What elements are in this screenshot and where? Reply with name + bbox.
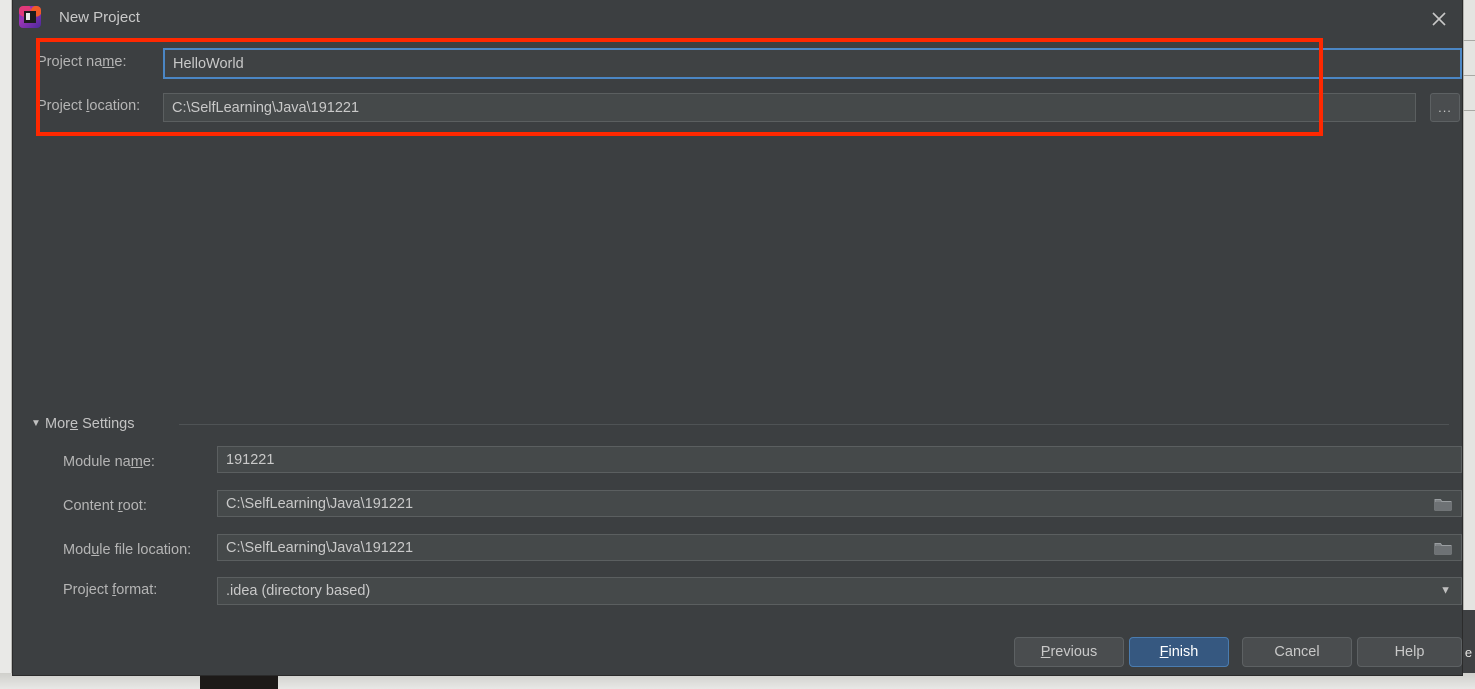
project-name-value: HelloWorld [173,55,244,72]
module-file-location-input[interactable]: C:\SelfLearning\Java\191221 [217,534,1462,561]
more-settings-label: More Settings [45,416,135,432]
help-button[interactable]: Help [1357,637,1462,667]
project-location-value: C:\SelfLearning\Java\191221 [172,99,360,116]
dialog-title: New Project [59,9,140,26]
more-settings-toggle[interactable]: ▼ More Settings [31,412,134,436]
folder-icon[interactable] [1430,491,1456,516]
module-name-input[interactable]: 191221 [217,446,1462,473]
project-format-dropdown[interactable]: .idea (directory based) ▼ [217,577,1462,605]
background-right-glyph: e [1464,645,1473,660]
intellij-idea-icon-mark [26,13,30,20]
intellij-idea-icon [19,6,41,28]
module-name-value: 191221 [226,451,275,468]
project-location-input[interactable]: C:\SelfLearning\Java\191221 [163,93,1416,122]
content-root-input[interactable]: C:\SelfLearning\Java\191221 [217,490,1462,517]
background-right-divider [1463,110,1475,111]
project-name-input[interactable]: HelloWorld [163,48,1462,79]
module-file-location-label: Module file location: [63,542,192,558]
background-right-divider [1463,75,1475,76]
cancel-button[interactable]: Cancel [1242,637,1352,667]
finish-button[interactable]: Finish [1129,637,1229,667]
chevron-down-icon: ▼ [1440,584,1451,597]
project-format-label: Project format: [63,582,158,598]
browse-button[interactable]: ... [1430,93,1460,122]
project-name-label: Project name: [37,54,127,70]
content-root-value: C:\SelfLearning\Java\191221 [226,495,414,512]
module-name-label: Module name: [63,454,155,470]
folder-icon[interactable] [1430,535,1456,560]
more-settings-separator [179,424,1449,425]
background-right-panel [1463,0,1475,610]
content-root-label: Content root: [63,498,147,514]
project-location-label: Project location: [37,98,141,114]
background-right-divider [1463,40,1475,41]
project-format-value: .idea (directory based) [226,583,371,599]
triangle-down-icon: ▼ [31,418,41,429]
dialog-titlebar: New Project [13,0,1462,38]
module-file-location-value: C:\SelfLearning\Java\191221 [226,539,414,556]
previous-button[interactable]: Previous [1014,637,1124,667]
new-project-dialog: New Project Project name: HelloWorld Pro… [12,0,1463,676]
background-left-strip [0,0,12,689]
close-icon[interactable] [1426,6,1452,32]
